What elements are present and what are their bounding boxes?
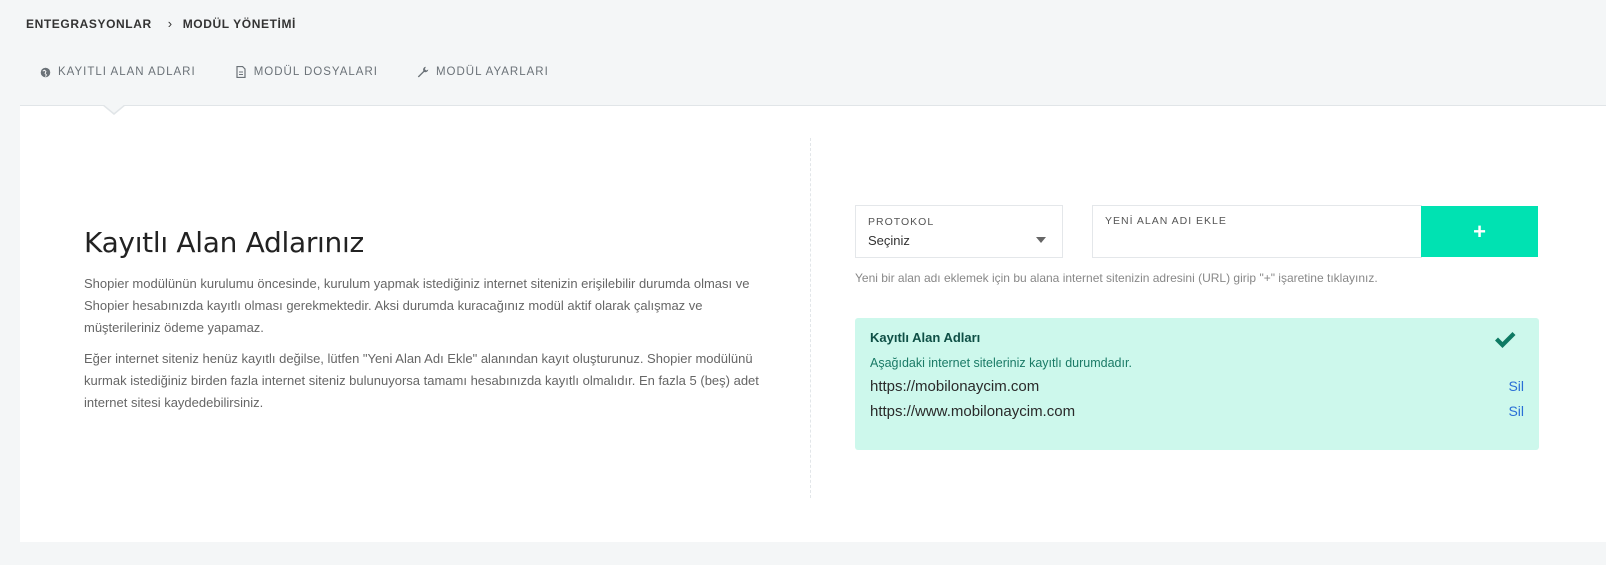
list-item: https://www.mobilonaycim.com Sil <box>870 403 1524 420</box>
wrench-icon <box>417 66 429 78</box>
breadcrumb: ENTEGRASYONLAR › MODÜL YÖNETİMİ <box>26 16 296 31</box>
tab-label: MODÜL AYARLARI <box>435 66 549 78</box>
protocol-select[interactable]: PROTOKOL Seçiniz <box>855 205 1063 258</box>
protocol-value: Seçiniz <box>868 233 910 248</box>
registered-domains-box: Kayıtlı Alan Adları Aşağıdaki internet s… <box>855 318 1539 450</box>
hint-text: Yeni bir alan adı eklemek için bu alana … <box>855 271 1378 285</box>
breadcrumb-separator: › <box>167 16 173 31</box>
domain-url: https://www.mobilonaycim.com <box>870 403 1076 420</box>
breadcrumb-root[interactable]: ENTEGRASYONLAR <box>26 17 152 31</box>
column-divider <box>810 138 811 498</box>
tab-module-files[interactable]: MODÜL DOSYALARI <box>235 60 378 84</box>
delete-link[interactable]: Sil <box>1508 378 1524 395</box>
tab-label: MODÜL DOSYALARI <box>253 66 378 78</box>
globe-icon <box>39 66 51 78</box>
registered-description: Aşağıdaki internet siteleriniz kayıtlı d… <box>870 356 1132 370</box>
info-paragraph-2: Eğer internet siteniz henüz kayıtlı deği… <box>84 351 759 410</box>
list-item: https://mobilonaycim.com Sil <box>870 378 1524 395</box>
file-icon <box>235 66 247 78</box>
new-domain-label: YENİ ALAN ADI EKLE <box>1105 215 1227 227</box>
page-title: Kayıtlı Alan Adlarınız <box>84 226 364 259</box>
tab-module-settings[interactable]: MODÜL AYARLARI <box>417 60 549 84</box>
breadcrumb-current: MODÜL YÖNETİMİ <box>182 16 296 31</box>
active-tab-indicator <box>102 104 126 115</box>
tab-registered-domains[interactable]: KAYITLI ALAN ADLARI <box>39 60 196 84</box>
check-icon <box>1493 330 1517 350</box>
tab-bar: KAYITLI ALAN ADLARI MODÜL DOSYALARI MODÜ… <box>20 60 1606 106</box>
info-paragraph-1: Shopier modülünün kurulumu öncesinde, ku… <box>84 276 750 335</box>
info-section: Kayıtlı Alan Adlarınız Shopier modülünün… <box>84 226 774 423</box>
tab-label: KAYITLI ALAN ADLARI <box>58 66 196 78</box>
add-domain-button[interactable]: + <box>1421 206 1538 257</box>
new-domain-field: YENİ ALAN ADI EKLE <box>1092 205 1422 258</box>
registered-title: Kayıtlı Alan Adları <box>870 330 981 345</box>
delete-link[interactable]: Sil <box>1508 403 1524 420</box>
chevron-down-icon <box>1036 237 1046 243</box>
protocol-label: PROTOKOL <box>868 216 935 228</box>
new-domain-input[interactable] <box>1105 231 1409 246</box>
domain-url: https://mobilonaycim.com <box>870 378 1040 395</box>
